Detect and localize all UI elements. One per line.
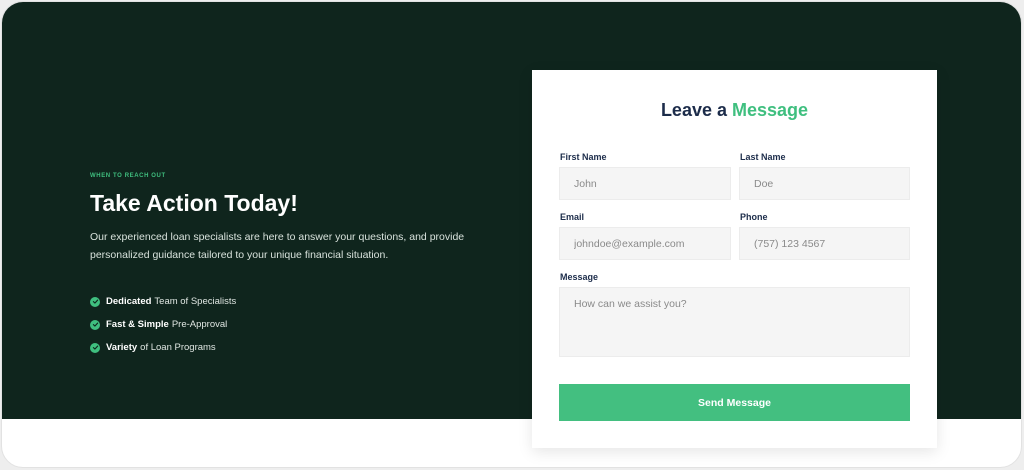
email-label: Email <box>560 212 585 222</box>
feature-bold: Fast & Simple <box>106 319 169 330</box>
feature-item: Dedicated Team of Specialists <box>90 290 490 313</box>
hero-description: Our experienced loan specialists are her… <box>90 231 465 261</box>
check-circle-icon <box>90 296 100 307</box>
feature-list: Dedicated Team of Specialists Fast & Sim… <box>90 290 490 359</box>
email-input[interactable] <box>559 227 731 260</box>
feature-bold: Variety <box>106 342 138 353</box>
check-circle-icon <box>90 342 100 353</box>
check-circle-icon <box>90 319 100 330</box>
feature-item: Variety of Loan Programs <box>90 336 490 359</box>
message-textarea[interactable] <box>559 287 910 357</box>
hero-content: WHEN TO REACH OUT Take Action Today! Our… <box>90 173 490 359</box>
send-message-button[interactable]: Send Message <box>559 384 910 421</box>
feature-item: Fast & Simple Pre-Approval <box>90 313 490 336</box>
hero-title: Take Action Today! <box>90 190 298 216</box>
feature-text: Pre-Approval <box>171 319 228 330</box>
first-name-input[interactable] <box>559 167 731 200</box>
message-label: Message <box>560 272 599 282</box>
form-title-part1: Leave a <box>660 100 727 120</box>
first-name-label: First Name <box>560 152 607 162</box>
contact-form-card: Leave a Message First Name Last Name Ema… <box>532 70 937 448</box>
phone-label: Phone <box>740 212 768 222</box>
last-name-label: Last Name <box>740 152 786 162</box>
feature-text: of Loan Programs <box>140 342 216 353</box>
form-title-part2: Message <box>732 100 809 120</box>
last-name-input[interactable] <box>739 167 910 200</box>
feature-text: Team of Specialists <box>154 296 237 307</box>
form-title: Leave a Message <box>532 100 937 121</box>
phone-input[interactable] <box>739 227 910 260</box>
contact-section: WHEN TO REACH OUT Take Action Today! Our… <box>1 1 1022 468</box>
feature-bold: Dedicated <box>106 296 152 307</box>
eyebrow-text: WHEN TO REACH OUT <box>90 173 166 179</box>
